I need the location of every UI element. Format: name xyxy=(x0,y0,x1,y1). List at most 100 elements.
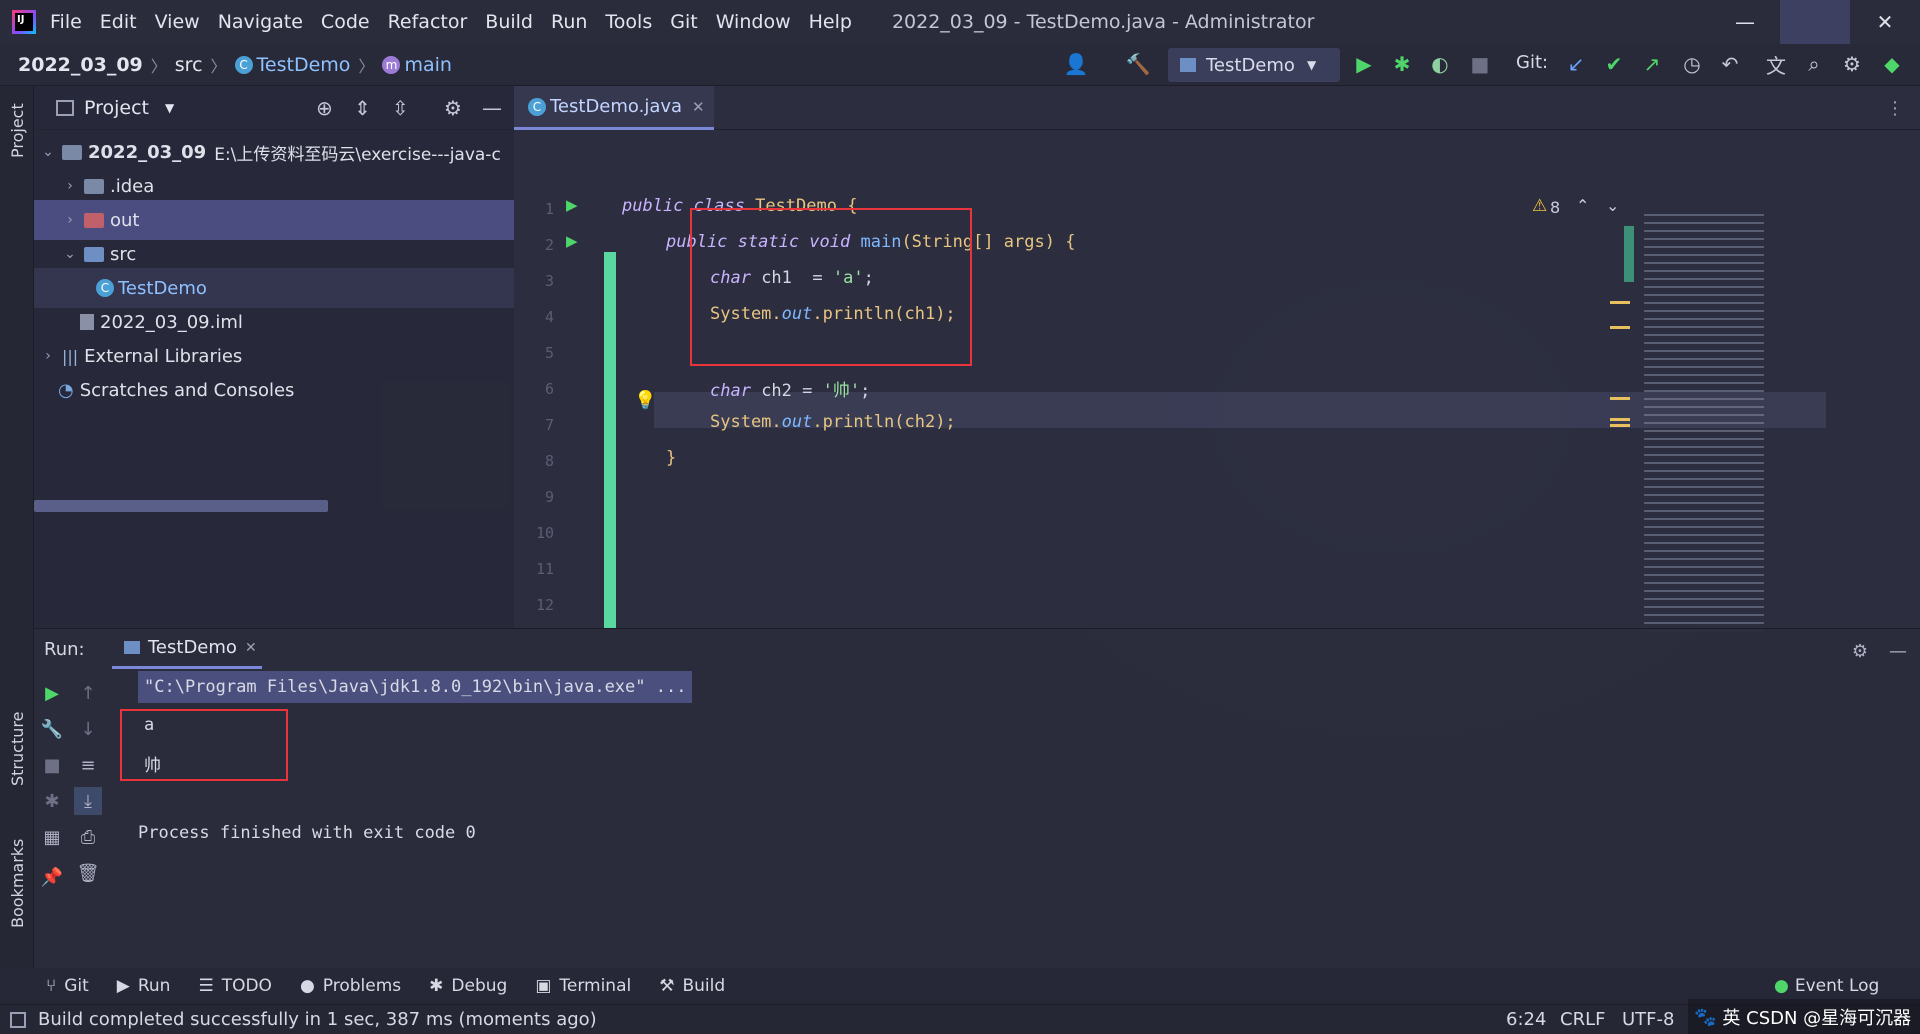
debug-icon[interactable]: ✱ xyxy=(1388,50,1416,78)
console-exit-message[interactable]: Process finished with exit code 0 xyxy=(138,823,476,843)
event-log-button[interactable]: ● Event Log xyxy=(1774,976,1879,996)
menu-navigate[interactable]: Navigate xyxy=(218,11,303,33)
pin-icon[interactable]: 📌 xyxy=(38,863,66,891)
run-icon[interactable]: ▶ xyxy=(1350,50,1378,78)
plugin-icon[interactable]: ◆ xyxy=(1878,50,1906,78)
bookmarks-tool-tab[interactable]: Bookmarks xyxy=(8,839,27,928)
history-icon[interactable]: ◷ xyxy=(1678,50,1706,78)
menu-refactor[interactable]: Refactor xyxy=(388,11,468,33)
git-push-icon[interactable]: ↗ xyxy=(1638,50,1666,78)
close-tab-icon[interactable]: ✕ xyxy=(245,640,257,656)
run-gutter-icon[interactable]: ▶ xyxy=(566,232,578,250)
git-commit-icon[interactable]: ✔ xyxy=(1600,50,1628,78)
previous-highlight-icon[interactable]: ⌃ xyxy=(1576,196,1589,215)
print-icon[interactable]: ⎙ xyxy=(74,823,102,851)
tool-terminal[interactable]: ▣ Terminal xyxy=(535,976,631,996)
soft-wrap-icon[interactable]: ≡ xyxy=(74,751,102,779)
menu-run[interactable]: Run xyxy=(551,11,587,33)
debug-icon[interactable]: ✱ xyxy=(38,787,66,815)
edit-config-icon[interactable]: 🔧 xyxy=(38,715,66,743)
gear-icon[interactable]: ⚙ xyxy=(1846,637,1874,665)
tool-build[interactable]: ⚒ Build xyxy=(659,976,725,996)
error-stripe-mark[interactable] xyxy=(1610,418,1630,421)
menu-help[interactable]: Help xyxy=(809,11,852,33)
hide-panel-icon[interactable]: — xyxy=(482,96,502,120)
tool-todo[interactable]: ☰ TODO xyxy=(198,976,272,996)
line-separator[interactable]: CRLF xyxy=(1560,1009,1605,1030)
menu-view[interactable]: View xyxy=(155,11,200,33)
file-encoding[interactable]: UTF-8 xyxy=(1622,1009,1674,1030)
gear-icon[interactable]: ⚙ xyxy=(444,96,462,120)
build-hammer-icon: ⚒ xyxy=(659,976,675,996)
menu-build[interactable]: Build xyxy=(485,11,533,33)
menu-git[interactable]: Git xyxy=(670,11,697,33)
tool-debug[interactable]: ✱ Debug xyxy=(429,976,507,996)
project-panel-title[interactable]: Project xyxy=(84,97,149,119)
console-command-line[interactable]: "C:\Program Files\Java\jdk1.8.0_192\bin\… xyxy=(138,671,693,703)
collapse-all-icon[interactable]: ⇳ xyxy=(392,96,409,120)
error-stripe-mark[interactable] xyxy=(1610,301,1630,304)
git-update-icon[interactable]: ↙ xyxy=(1562,50,1590,78)
editor-scrollbar[interactable] xyxy=(1624,226,1634,282)
run-config-select[interactable]: TestDemo ▼ xyxy=(1168,48,1340,82)
cursor-position[interactable]: 6:24 xyxy=(1506,1009,1546,1030)
code-line-8[interactable]: } xyxy=(666,448,676,468)
minimize-button[interactable]: — xyxy=(1710,0,1780,44)
hide-panel-icon[interactable]: — xyxy=(1884,637,1912,665)
menu-code[interactable]: Code xyxy=(321,11,370,33)
tool-run[interactable]: ▶ Run xyxy=(117,976,171,996)
menu-edit[interactable]: Edit xyxy=(100,11,137,33)
rerun-icon[interactable]: ▶ xyxy=(38,679,66,707)
breadcrumb-class[interactable]: TestDemo xyxy=(257,54,351,76)
warning-icon[interactable]: ⚠ xyxy=(1532,196,1547,216)
next-highlight-icon[interactable]: ⌄ xyxy=(1606,196,1619,215)
menu-tools[interactable]: Tools xyxy=(605,11,652,33)
minimap[interactable] xyxy=(1644,214,1764,634)
code-line-7[interactable]: System.out.println(ch2); xyxy=(710,412,956,432)
tab-testdemo-java[interactable]: C TestDemo.java ✕ xyxy=(514,86,714,130)
build-hammer-icon[interactable]: 🔨 xyxy=(1124,50,1152,78)
horizontal-scrollbar[interactable] xyxy=(34,500,328,512)
scroll-to-end-icon[interactable]: ⤓ xyxy=(74,787,102,815)
chevron-down-icon[interactable]: ▼ xyxy=(165,101,174,115)
run-tab-testdemo[interactable]: TestDemo ✕ xyxy=(112,629,262,669)
user-icon[interactable]: 👤 xyxy=(1062,50,1090,78)
coverage-icon[interactable]: ◐ xyxy=(1426,50,1454,78)
up-arrow-icon[interactable]: ↑ xyxy=(74,679,102,707)
stop-icon[interactable]: ■ xyxy=(1466,50,1494,78)
terminal-icon: ▣ xyxy=(535,976,552,996)
translate-icon[interactable]: 文 xyxy=(1762,50,1790,78)
project-tool-tab[interactable]: Project xyxy=(8,103,27,158)
breadcrumb-src[interactable]: src xyxy=(175,54,203,76)
tool-git[interactable]: ⑂ Git xyxy=(46,976,89,996)
maximize-button[interactable] xyxy=(1780,0,1850,44)
trash-icon[interactable]: 🗑 xyxy=(74,859,102,887)
code-line-6[interactable]: char ch2 = '帅'; xyxy=(710,376,870,401)
error-stripe-mark[interactable] xyxy=(1610,326,1630,329)
status-message[interactable]: Build completed successfully in 1 sec, 3… xyxy=(38,1009,597,1030)
chevron-down-icon: ⌄ xyxy=(64,246,76,262)
breadcrumb-method[interactable]: main xyxy=(404,54,451,76)
locate-icon[interactable]: ⊕ xyxy=(316,96,333,120)
layout-icon[interactable]: ▦ xyxy=(38,823,66,851)
error-stripe-mark[interactable] xyxy=(1610,397,1630,400)
warnings-count[interactable]: 8 xyxy=(1550,198,1560,217)
menu-file[interactable]: File xyxy=(50,11,82,33)
down-arrow-icon[interactable]: ↓ xyxy=(74,715,102,743)
stop-icon[interactable]: ■ xyxy=(38,751,66,779)
menu-window[interactable]: Window xyxy=(716,11,791,33)
run-gutter-icon[interactable]: ▶ xyxy=(566,196,578,214)
settings-gear-icon[interactable]: ⚙ xyxy=(1838,50,1866,78)
tool-problems[interactable]: ● Problems xyxy=(300,976,401,996)
rollback-icon[interactable]: ↶ xyxy=(1716,50,1744,78)
more-options-icon[interactable]: ⋮ xyxy=(1886,98,1904,119)
tree-item-scratches[interactable]: ◔ Scratches and Consoles xyxy=(34,370,514,410)
close-window-button[interactable]: ✕ xyxy=(1850,0,1920,44)
error-stripe-mark[interactable] xyxy=(1610,424,1630,427)
structure-tool-tab[interactable]: Structure xyxy=(8,712,27,786)
search-icon[interactable]: ⌕ xyxy=(1800,50,1828,78)
expand-all-icon[interactable]: ⇕ xyxy=(354,96,371,120)
breadcrumb-project[interactable]: 2022_03_09 xyxy=(18,54,143,76)
close-tab-icon[interactable]: ✕ xyxy=(692,98,705,116)
status-toggle-icon[interactable] xyxy=(10,1011,26,1028)
